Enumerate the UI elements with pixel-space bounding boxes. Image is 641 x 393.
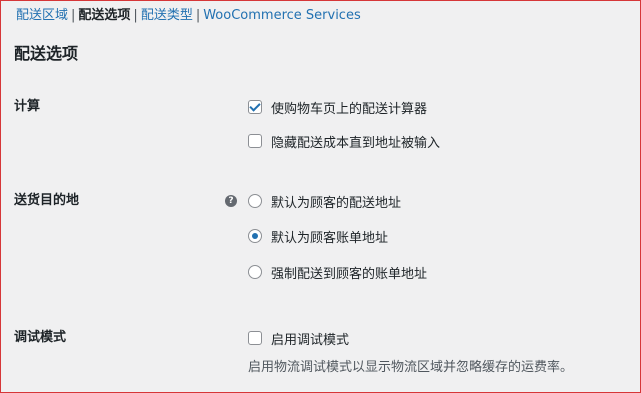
subnav-separator: |	[71, 8, 76, 23]
enable-debug-mode-option[interactable]: 启用调试模式	[248, 329, 350, 348]
destination-option-billing[interactable]: 默认为顾客账单地址	[248, 227, 389, 246]
debug-mode-label: 调试模式	[14, 330, 67, 345]
destination-option-billing-only[interactable]: 强制配送到顾客的账单地址	[248, 263, 428, 282]
shipping-subnav: 配送区域 | 配送选项 | 配送类型 | WooCommerce Services	[16, 8, 361, 24]
help-icon[interactable]: ?	[225, 195, 237, 207]
destination-option-shipping[interactable]: 默认为顾客的配送地址	[248, 192, 402, 211]
enable-cart-calculator-option[interactable]: 使购物车页上的配送计算器	[248, 98, 428, 117]
subnav-link-shipping-classes[interactable]: 配送类型	[141, 8, 193, 23]
destination-option-label: 强制配送到顾客的账单地址	[271, 266, 428, 282]
hide-shipping-costs-checkbox[interactable]	[248, 134, 262, 148]
enable-debug-mode-label: 启用调试模式	[271, 332, 350, 348]
hide-shipping-costs-option[interactable]: 隐藏配送成本直到地址被输入	[248, 132, 441, 151]
destination-radio-billing[interactable]	[248, 229, 262, 243]
subnav-separator: |	[195, 8, 201, 23]
calculations-label: 计算	[14, 99, 41, 114]
debug-mode-description: 启用物流调试模式以显示物流区域并忽略缓存的运费率。	[248, 360, 574, 375]
subnav-separator: |	[133, 8, 138, 23]
shipping-destination-label: 送货目的地	[14, 193, 80, 208]
destination-option-label: 默认为顾客的配送地址	[271, 195, 402, 211]
page-title: 配送选项	[14, 44, 79, 63]
enable-debug-mode-checkbox[interactable]	[248, 331, 262, 345]
enable-cart-calculator-checkbox[interactable]	[248, 100, 262, 114]
destination-radio-billing-only[interactable]	[248, 265, 262, 279]
hide-shipping-costs-label: 隐藏配送成本直到地址被输入	[271, 135, 441, 151]
destination-option-label: 默认为顾客账单地址	[271, 230, 389, 246]
destination-radio-shipping[interactable]	[248, 194, 262, 208]
subnav-link-shipping-zones[interactable]: 配送区域	[16, 8, 68, 23]
settings-frame: 配送区域 | 配送选项 | 配送类型 | WooCommerce Services 配送选项…	[0, 0, 641, 393]
subnav-item-shipping-options[interactable]: 配送选项	[78, 8, 130, 23]
subnav-link-woocommerce-services[interactable]: WooCommerce Services	[203, 8, 361, 23]
enable-cart-calculator-label: 使购物车页上的配送计算器	[271, 101, 428, 117]
